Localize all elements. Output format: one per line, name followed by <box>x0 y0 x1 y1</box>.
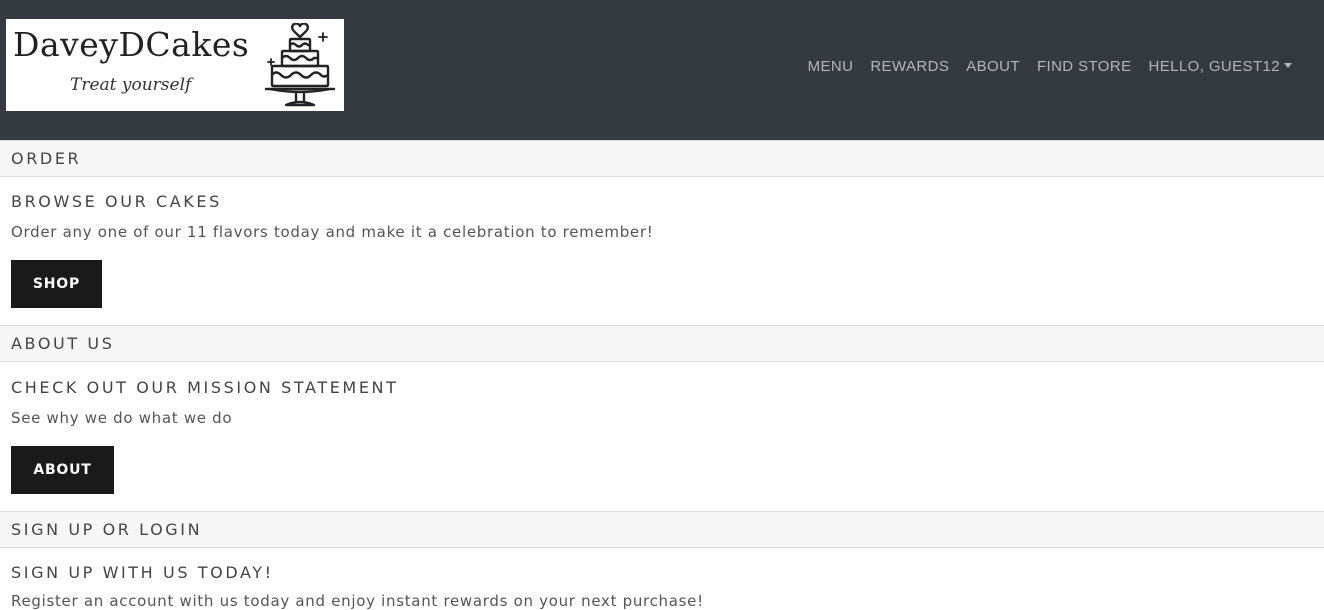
section-title-browse: BROWSE OUR CAKES <box>11 192 222 211</box>
section-header-label: SIGN UP OR LOGIN <box>11 520 203 539</box>
section-text-browse: Order any one of our 11 flavors today an… <box>11 223 654 241</box>
wedding-cake-icon <box>264 23 336 107</box>
shop-button[interactable]: SHOP <box>11 260 102 308</box>
section-header-label: ABOUT US <box>11 334 115 353</box>
nav-rewards[interactable]: REWARDS <box>870 58 949 75</box>
brand-name: DaveyDCakes <box>13 25 250 64</box>
section-text-mission: See why we do what we do <box>11 409 233 427</box>
section-header-signup: SIGN UP OR LOGIN <box>0 511 1324 548</box>
navbar: DaveyDCakes Treat yourself MENU REWARDS … <box>0 0 1324 140</box>
brand-logo[interactable]: DaveyDCakes Treat yourself <box>6 19 344 111</box>
user-menu-dropdown[interactable]: HELLO, GUEST12 <box>1149 58 1292 75</box>
nav-links: MENU REWARDS ABOUT FIND STORE HELLO, GUE… <box>808 56 1292 76</box>
section-header-label: ORDER <box>11 149 82 168</box>
caret-down-icon <box>1284 62 1292 68</box>
section-header-about: ABOUT US <box>0 325 1324 362</box>
section-title-signup: SIGN UP WITH US TODAY! <box>11 563 274 582</box>
brand-tagline: Treat yourself <box>70 75 192 95</box>
nav-about[interactable]: ABOUT <box>966 58 1020 75</box>
about-button[interactable]: ABOUT <box>11 446 114 494</box>
nav-menu[interactable]: MENU <box>808 58 854 75</box>
user-menu-label: HELLO, GUEST12 <box>1148 57 1280 75</box>
section-header-order: ORDER <box>0 140 1324 177</box>
nav-find-store[interactable]: FIND STORE <box>1037 58 1132 75</box>
section-title-mission: CHECK OUT OUR MISSION STATEMENT <box>11 378 399 397</box>
section-text-signup: Register an account with us today and en… <box>11 592 704 610</box>
